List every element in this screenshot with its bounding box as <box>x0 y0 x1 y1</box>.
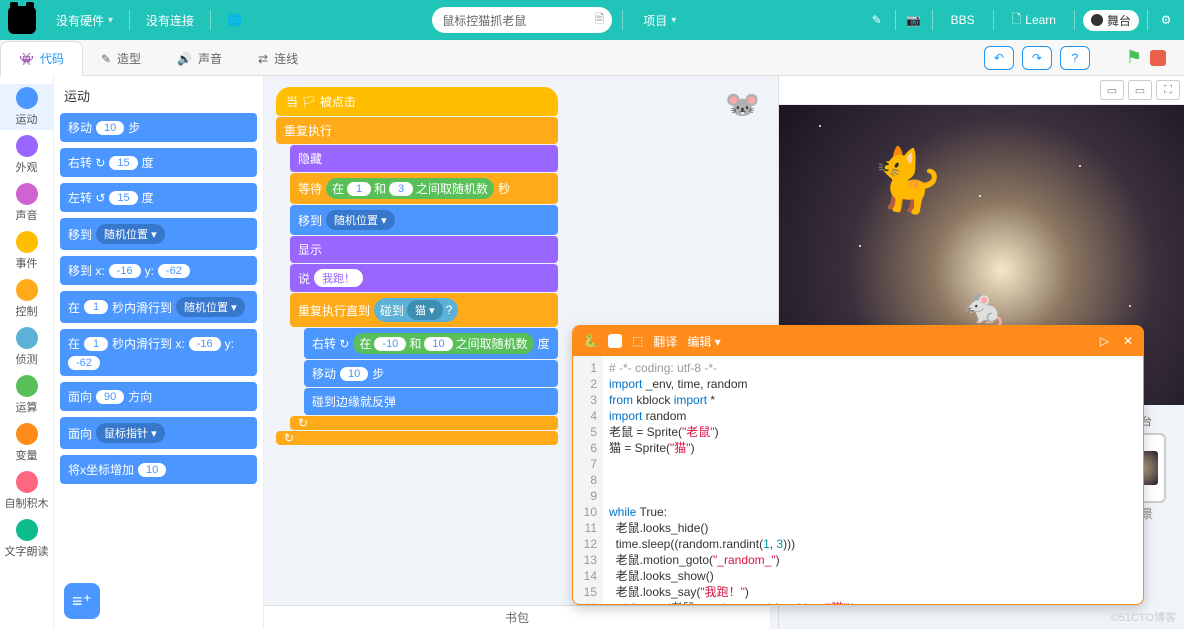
block-say[interactable]: 说我跑！ <box>290 264 558 292</box>
block-move[interactable]: 移动10步 <box>60 113 257 142</box>
top-toolbar: 没有硬件▾ 没有连接 🌐 鼠标控猫抓老鼠🗎 项目▾ ✎ 📷 BBS 🗋 Lear… <box>0 0 1184 40</box>
globe-icon[interactable]: 🌐 <box>217 9 252 31</box>
block-hide[interactable]: 隐藏 <box>290 145 558 172</box>
block-change-x[interactable]: 将x坐标增加10 <box>60 455 257 484</box>
block-turn[interactable]: 右转 ↻在-10和10之间取随机数度 <box>304 328 558 359</box>
gear-icon[interactable]: ⚙ <box>1156 10 1176 30</box>
watermark: ©51CTO博客 <box>1111 609 1176 625</box>
sprite-thumbnail-icon: 🐭 <box>725 88 760 121</box>
block-point-to[interactable]: 面向鼠标指针 ▾ <box>60 417 257 449</box>
category-文字朗读[interactable]: 文字朗读 <box>0 516 53 562</box>
block-goto-xy[interactable]: 移到 x:-16y:-62 <box>60 256 257 285</box>
sync-toggle[interactable] <box>608 334 622 348</box>
edit-menu[interactable]: 编辑 ▾ <box>687 333 720 350</box>
tab-connect[interactable]: ⇄ 连线 <box>240 42 316 75</box>
block-point-dir[interactable]: 面向90方向 <box>60 382 257 411</box>
block-palette: 运动 移动10步 右转 ↻15度 左转 ↺15度 移到随机位置 ▾ 移到 x:-… <box>54 76 264 629</box>
line-gutter: 123456789101112131415161718192021 <box>573 356 603 604</box>
chevron-down-icon: ▾ <box>108 15 113 26</box>
divider <box>129 10 130 30</box>
learn-link[interactable]: 🗋 Learn <box>1002 6 1066 35</box>
add-extension-button[interactable]: ≡⁺ <box>64 583 100 619</box>
python-panel: 🐍 ⬚ 翻译 编辑 ▾ ▷ ✕ 123456789101112131415161… <box>572 325 1144 605</box>
block-turn-right[interactable]: 右转 ↻15度 <box>60 148 257 177</box>
block-wait[interactable]: 等待在1和3之间取随机数秒 <box>290 173 558 204</box>
run-icon[interactable]: ▷ <box>1100 334 1109 348</box>
bbs-link[interactable]: BBS <box>941 9 985 31</box>
stage-large-button[interactable]: ▭ <box>1128 80 1152 100</box>
category-运算[interactable]: 运算 <box>0 372 53 418</box>
category-运动[interactable]: 运动 <box>0 84 53 130</box>
stage-toggle[interactable]: 舞台 <box>1083 10 1139 31</box>
category-控制[interactable]: 控制 <box>0 276 53 322</box>
app-logo <box>8 6 36 34</box>
tab-costume[interactable]: ✎ 造型 <box>83 42 159 75</box>
block-move2[interactable]: 移动10步 <box>304 360 558 387</box>
connection-menu[interactable]: 没有连接 <box>136 8 204 33</box>
undo-button[interactable]: ↶ <box>984 46 1014 70</box>
project-menu[interactable]: 项目▾ <box>633 8 686 33</box>
block-when-flag[interactable]: 当 🏳 被点击 <box>276 87 558 116</box>
palette-header: 运动 <box>64 86 257 105</box>
block-show[interactable]: 显示 <box>290 236 558 263</box>
block-glide-random[interactable]: 在1秒内滑行到随机位置 ▾ <box>60 291 257 323</box>
stage-small-button[interactable]: ▭ <box>1100 80 1124 100</box>
redo-button[interactable]: ↷ <box>1022 46 1052 70</box>
script-stack[interactable]: 当 🏳 被点击 重复执行 隐藏 等待在1和3之间取随机数秒 移到随机位置 ▾ 显… <box>276 86 558 446</box>
help-button[interactable]: ? <box>1060 46 1090 70</box>
cat-sprite[interactable]: 🐈 <box>863 139 949 222</box>
category-声音[interactable]: 声音 <box>0 180 53 226</box>
category-外观[interactable]: 外观 <box>0 132 53 178</box>
block-loop-end[interactable]: ↻ <box>276 431 558 445</box>
hardware-menu[interactable]: 没有硬件▾ <box>46 8 123 33</box>
project-name-input[interactable]: 鼠标控猫抓老鼠🗎 <box>432 7 612 33</box>
edit-icon[interactable]: ✎ <box>867 10 887 30</box>
block-forever[interactable]: 重复执行 <box>276 117 558 144</box>
python-icon: 🐍 <box>583 334 598 348</box>
category-变量[interactable]: 变量 <box>0 420 53 466</box>
save-icon[interactable]: 🗎 <box>595 10 605 31</box>
category-事件[interactable]: 事件 <box>0 228 53 274</box>
tab-sound[interactable]: 🔊 声音 <box>159 42 240 75</box>
block-goto-random[interactable]: 移到随机位置 ▾ <box>60 218 257 250</box>
category-自制积木[interactable]: 自制积木 <box>0 468 53 514</box>
code-editor[interactable]: 123456789101112131415161718192021 # -*- … <box>573 356 1143 604</box>
divider <box>622 10 623 30</box>
green-flag-icon[interactable]: ⚑ <box>1126 47 1142 68</box>
category-侦测[interactable]: 侦测 <box>0 324 53 370</box>
stage-full-button[interactable]: ⛶ <box>1156 80 1180 100</box>
stop-icon[interactable] <box>1150 50 1166 66</box>
category-column: 运动外观声音事件控制侦测运算变量自制积木文字朗读 <box>0 76 54 629</box>
block-glide-xy[interactable]: 在1秒内滑行到 x:-16y:-62 <box>60 329 257 376</box>
translate-label: 翻译 <box>653 333 677 350</box>
block-turn-left[interactable]: 左转 ↺15度 <box>60 183 257 212</box>
tab-code[interactable]: 👾 代码 <box>0 41 83 76</box>
close-icon[interactable]: ✕ <box>1123 334 1133 348</box>
camera-icon[interactable]: 📷 <box>904 10 924 30</box>
divider <box>210 10 211 30</box>
backpack-bar[interactable]: 书包 <box>264 605 770 629</box>
block-loop-end[interactable]: ↻ <box>290 416 558 430</box>
block-goto[interactable]: 移到随机位置 ▾ <box>290 205 558 235</box>
block-repeat-until[interactable]: 重复执行直到碰到猫 ▾? <box>290 293 558 327</box>
code-content[interactable]: # -*- coding: utf-8 -*- import _env, tim… <box>603 356 1143 604</box>
block-bounce[interactable]: 碰到边缘就反弹 <box>304 388 558 415</box>
editor-tabs: 👾 代码 ✎ 造型 🔊 声音 ⇄ 连线 ↶ ↷ ? ⚑ <box>0 40 1184 76</box>
python-header[interactable]: 🐍 ⬚ 翻译 编辑 ▾ ▷ ✕ <box>573 326 1143 356</box>
expand-icon[interactable]: ⬚ <box>632 334 643 348</box>
